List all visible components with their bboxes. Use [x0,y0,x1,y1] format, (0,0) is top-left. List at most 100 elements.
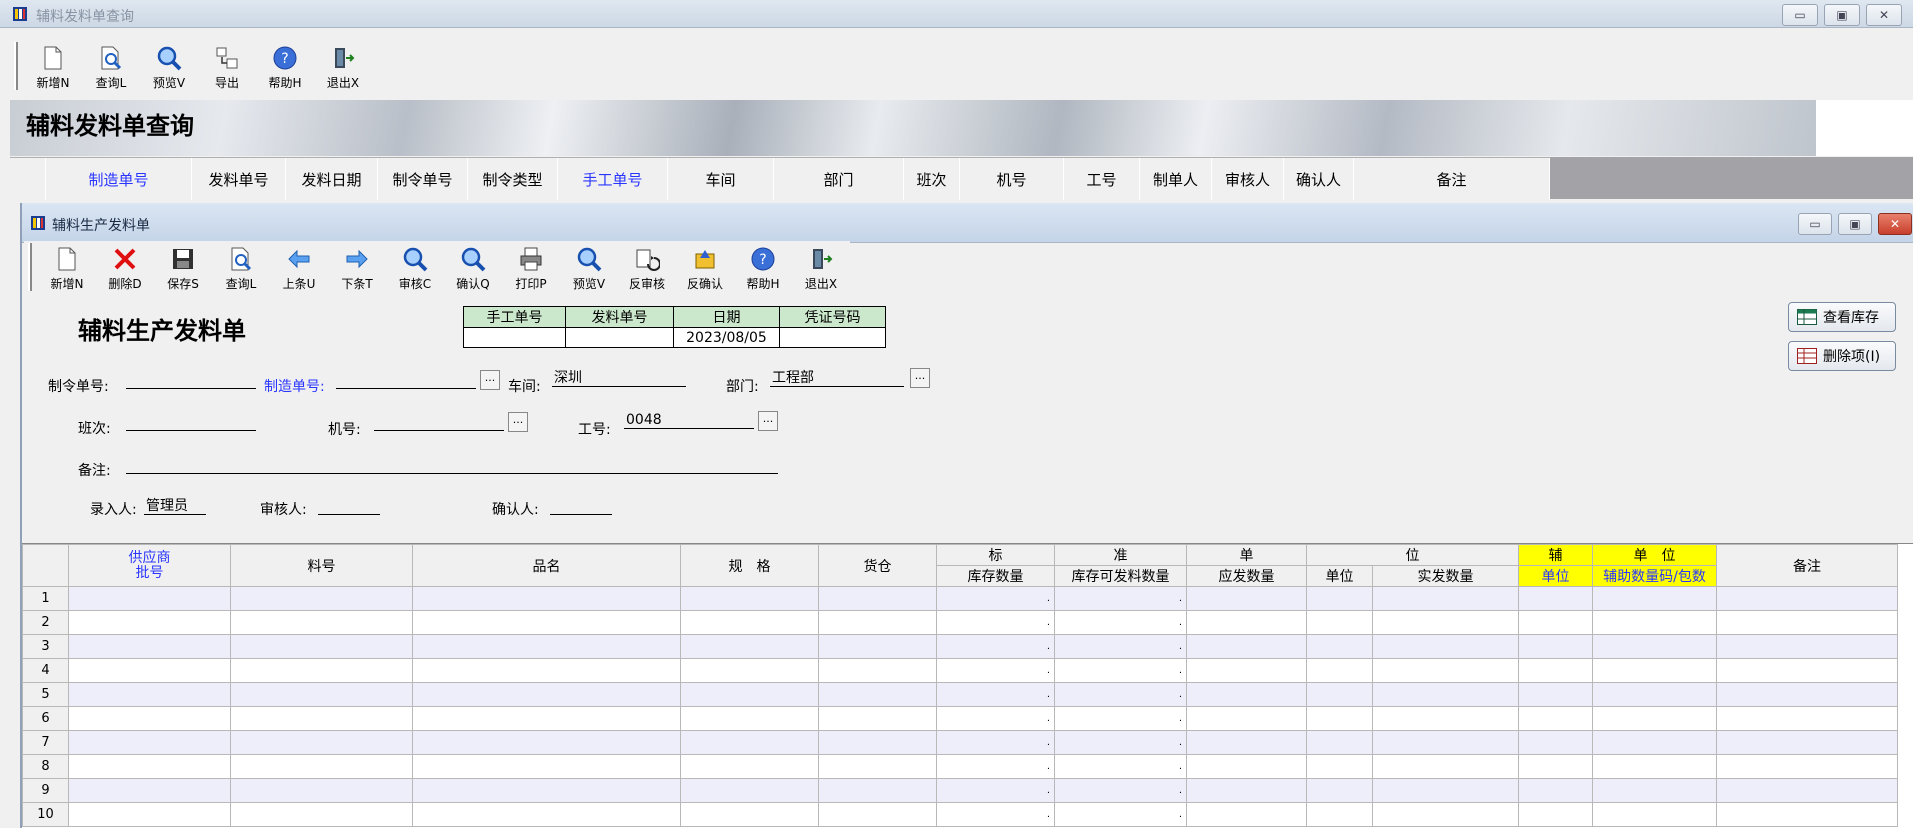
grid-cell[interactable] [818,778,937,803]
grid-cell[interactable] [818,706,937,731]
grid-cell[interactable] [818,754,937,779]
manual-no-field[interactable] [463,327,566,348]
grid-cell[interactable]: . [1054,610,1187,635]
row-number-header[interactable] [22,544,69,587]
grid-cell[interactable] [412,634,681,659]
grid-cell[interactable] [1592,706,1717,731]
grid-cell[interactable] [1592,610,1717,635]
due-qty-header[interactable]: 应发数量 [1186,565,1307,587]
query-export-button[interactable]: 导出 [198,40,256,94]
grid-cell[interactable] [680,754,819,779]
grid-cell[interactable] [680,706,819,731]
grid-cell[interactable]: . [1054,658,1187,683]
grid-cell[interactable] [1518,634,1593,659]
grid-cell[interactable] [230,610,413,635]
table-row[interactable]: 1.. [22,586,1898,611]
save-button[interactable]: 保存S [154,241,212,295]
grid-cell[interactable]: . [1054,682,1187,707]
grid-cell[interactable] [1716,634,1898,659]
grid-cell[interactable]: . [1054,778,1187,803]
machine-field[interactable] [374,413,504,431]
grid-cell[interactable] [230,802,413,827]
grid-cell[interactable] [1518,754,1593,779]
table-row[interactable]: 9.. [22,778,1898,803]
col-creator[interactable]: 制单人 [1140,158,1212,200]
grid-cell[interactable] [1186,778,1307,803]
col-order-no[interactable]: 制令单号 [378,158,468,200]
grid-cell[interactable] [230,706,413,731]
exit-button[interactable]: 退出X [792,241,850,295]
grid-cell[interactable] [1372,754,1519,779]
query-query-button[interactable]: 查询L [82,40,140,94]
grid-cell[interactable] [1716,802,1898,827]
audit-button[interactable]: 审核C [386,241,444,295]
grid-cell[interactable]: . [1054,730,1187,755]
unconfirm-button[interactable]: 反确认 [676,241,734,295]
grid-cell[interactable]: . [1054,706,1187,731]
grid-cell[interactable] [680,586,819,611]
issue-no-field[interactable] [565,327,674,348]
help-button[interactable]: ? 帮助H [734,241,792,295]
col-workshop[interactable]: 车间 [668,158,774,200]
grid-cell[interactable]: . [936,802,1055,827]
grid-cell[interactable] [1716,706,1898,731]
preview-button[interactable]: 预览V [560,241,618,295]
grid-cell[interactable] [818,682,937,707]
shift-field[interactable] [126,413,256,431]
grid-cell[interactable] [230,658,413,683]
table-row[interactable]: 7.. [22,730,1898,755]
mfg-no-lookup-button[interactable]: ... [480,370,500,390]
grid-cell[interactable] [412,586,681,611]
dept-lookup-button[interactable]: ... [910,368,930,388]
grid-cell[interactable] [230,586,413,611]
table-row[interactable]: 10.. [22,802,1898,827]
grid-cell[interactable] [818,658,937,683]
grid-cell[interactable]: . [936,610,1055,635]
spec-header[interactable]: 规 格 [680,544,819,587]
dept-field[interactable]: 工程部 [770,369,904,387]
grid-cell[interactable] [68,730,231,755]
grid-cell[interactable] [1716,658,1898,683]
grid-cell[interactable] [1186,610,1307,635]
item-no-header[interactable]: 料号 [230,544,413,587]
grid-cell[interactable] [680,682,819,707]
query-preview-button[interactable]: 预览V [140,40,198,94]
grid-cell[interactable] [1306,730,1373,755]
grid-cell[interactable] [1186,586,1307,611]
grid-cell[interactable] [412,754,681,779]
grid-cell[interactable] [412,778,681,803]
grid-cell[interactable] [680,730,819,755]
grid-cell[interactable] [818,730,937,755]
grid-cell[interactable] [1592,730,1717,755]
col-manual-no[interactable]: 手工单号 [558,158,668,200]
grid-cell[interactable] [1372,778,1519,803]
grid-cell[interactable] [1518,706,1593,731]
grid-cell[interactable] [1716,682,1898,707]
machine-lookup-button[interactable]: ... [508,412,528,432]
grid-cell[interactable] [230,634,413,659]
grid-cell[interactable]: . [936,754,1055,779]
col-shift[interactable]: 班次 [904,158,960,200]
worker-lookup-button[interactable]: ... [758,411,778,431]
col-order-type[interactable]: 制令类型 [468,158,558,200]
close-button[interactable]: ✕ [1878,213,1912,235]
grid-cell[interactable] [1716,730,1898,755]
worker-field[interactable]: 0048 [624,411,754,429]
col-worker[interactable]: 工号 [1064,158,1140,200]
grid-cell[interactable] [680,778,819,803]
grid-cell[interactable] [412,658,681,683]
remark-field[interactable] [126,456,778,474]
warehouse-header[interactable]: 货仓 [818,544,937,587]
table-row[interactable]: 6.. [22,706,1898,731]
remark-header[interactable]: 备注 [1716,544,1898,587]
grid-cell[interactable] [1592,586,1717,611]
view-stock-button[interactable]: 查看库存 [1788,302,1896,332]
grid-cell[interactable] [68,778,231,803]
grid-cell[interactable] [230,778,413,803]
grid-cell[interactable] [1592,634,1717,659]
grid-cell[interactable] [1518,658,1593,683]
grid-cell[interactable] [1306,634,1373,659]
grid-cell[interactable] [1186,754,1307,779]
grid-cell[interactable] [68,682,231,707]
grid-cell[interactable] [680,658,819,683]
